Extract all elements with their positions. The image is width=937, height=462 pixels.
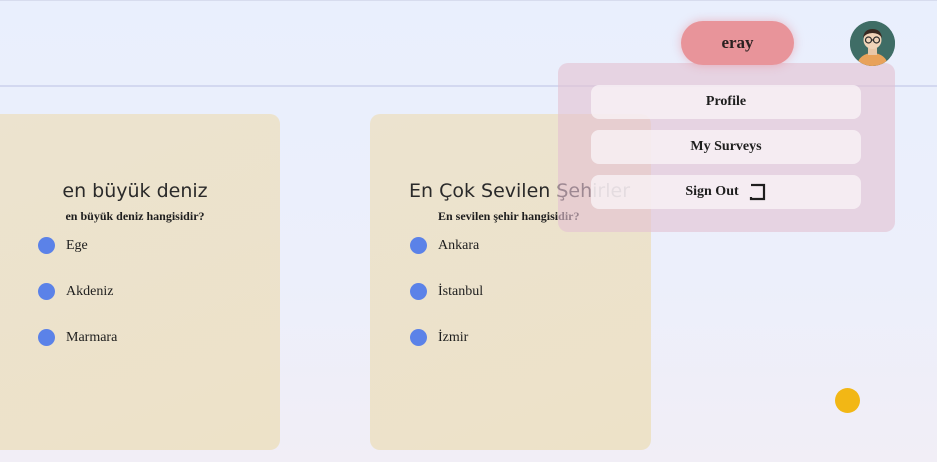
- menu-item-label: Profile: [705, 94, 747, 109]
- menu-item-sign-out[interactable]: Sign Out: [591, 175, 861, 209]
- sign-out-icon: [749, 183, 767, 201]
- option-label: Akdeniz: [66, 283, 114, 299]
- option-label: Ankara: [438, 237, 480, 253]
- user-menu-button[interactable]: eray: [681, 21, 794, 65]
- survey-option[interactable]: Akdeniz: [38, 283, 113, 300]
- survey-option[interactable]: İzmir: [410, 329, 468, 346]
- option-label: Ege: [66, 237, 88, 253]
- radio-button-icon[interactable]: [410, 283, 427, 300]
- menu-item-label: Sign Out: [685, 184, 739, 199]
- radio-button-icon[interactable]: [410, 237, 427, 254]
- survey-title: en büyük deniz: [62, 180, 208, 202]
- survey-option[interactable]: Ankara: [410, 237, 479, 254]
- help-button-icon[interactable]: [835, 388, 860, 413]
- user-avatar-icon[interactable]: [850, 21, 895, 66]
- option-label: İstanbul: [438, 283, 484, 299]
- option-label: Marmara: [66, 329, 118, 345]
- survey-option[interactable]: Ege: [38, 237, 88, 254]
- menu-item-profile[interactable]: Profile: [591, 85, 861, 119]
- menu-item-label: My Surveys: [690, 139, 762, 154]
- user-dropdown-menu: Profile My Surveys Sign Out: [558, 63, 895, 232]
- survey-option[interactable]: Marmara: [38, 329, 117, 346]
- option-label: İzmir: [438, 329, 469, 345]
- radio-button-icon[interactable]: [38, 237, 55, 254]
- survey-question: en büyük deniz hangisidir?: [65, 209, 205, 223]
- radio-button-icon[interactable]: [38, 283, 55, 300]
- radio-button-icon[interactable]: [410, 329, 427, 346]
- radio-button-icon[interactable]: [38, 329, 55, 346]
- survey-card-1[interactable]: en büyük deniz en büyük deniz hangisidir…: [0, 114, 280, 450]
- survey-option[interactable]: İstanbul: [410, 283, 483, 300]
- menu-item-my-surveys[interactable]: My Surveys: [591, 130, 861, 164]
